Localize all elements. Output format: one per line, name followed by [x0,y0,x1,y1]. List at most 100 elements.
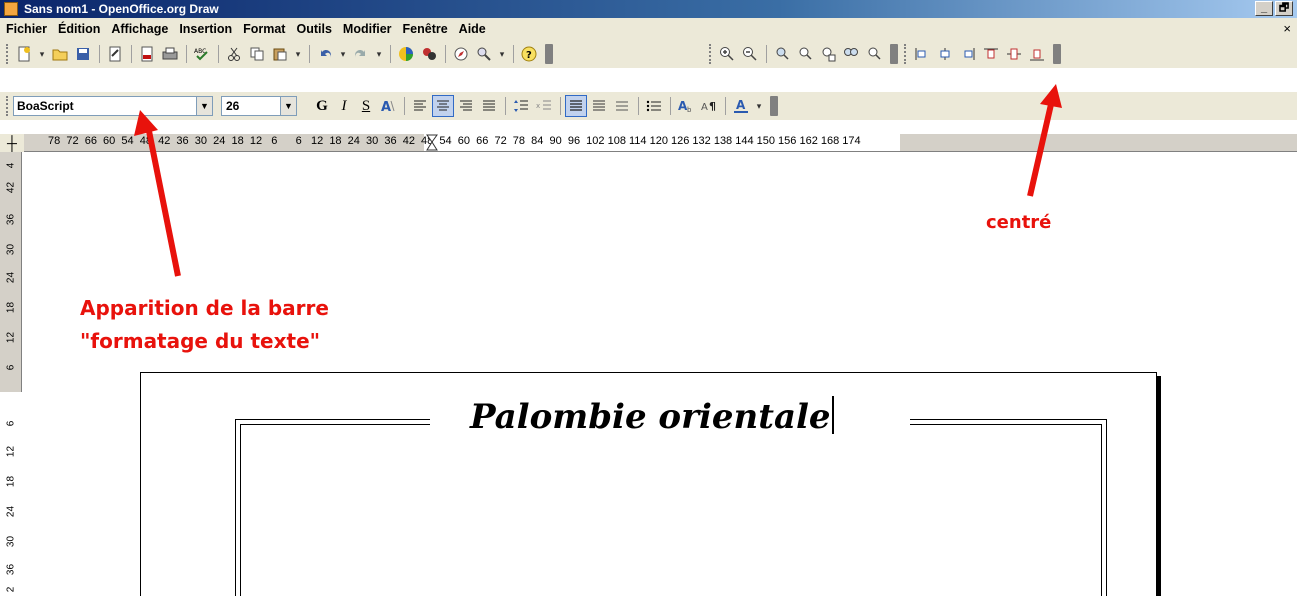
ruler-corner-icon[interactable]: ┼ [0,134,24,152]
chevron-down-icon[interactable]: ▾ [292,43,304,65]
chevron-down-icon[interactable]: ▼ [280,97,296,115]
vruler-label: 30 [5,243,17,256]
horizontal-ruler-labels: 78 72 66 60 54 48 42 36 30 24 18 12 6 6 … [48,135,861,147]
align-left-icon[interactable] [409,95,431,117]
toolbar-overflow-button[interactable] [770,96,778,116]
chevron-down-icon[interactable]: ▼ [196,97,212,115]
menu-insertion[interactable]: Insertion [179,22,232,36]
toolbar-grip[interactable] [6,96,9,116]
redo-icon[interactable] [350,43,372,65]
align-bottom-objects-icon[interactable] [1026,43,1048,65]
save-icon[interactable] [72,43,94,65]
zoom-icon[interactable] [473,43,495,65]
text-formatting-toolbar: BoaScript ▼ 26 ▼ G I S A x Ab A ¶ A ▾ [0,92,1297,120]
zoom-out-icon[interactable] [739,43,761,65]
undo-icon[interactable] [314,43,336,65]
minimize-button[interactable]: _ [1255,1,1273,16]
bullets-icon[interactable] [643,95,665,117]
close-document-button[interactable]: × [1283,21,1291,36]
cut-icon[interactable] [223,43,245,65]
horizontal-ruler[interactable]: 78 72 66 60 54 48 42 36 30 24 18 12 6 6 … [0,134,1297,152]
vruler-label: 4 [5,162,17,169]
svg-text:?: ? [526,50,532,61]
standard-toolbar: ▾ ABC ▾ ▾ ▾ ▾ ? [0,40,1297,68]
menu-fichier[interactable]: Fichier [6,22,47,36]
bold-button[interactable]: G [311,95,333,117]
menu-format[interactable]: Format [243,22,285,36]
vertical-ruler[interactable]: 4 42 36 30 24 18 12 6 6 12 18 24 30 36 2 [0,152,22,596]
line-spacing-icon[interactable] [510,95,532,117]
toolbar-overflow-button[interactable] [545,44,553,64]
toolbar-annotation: Apparition de la barre "formatage du tex… [80,292,329,358]
font-size-combobox[interactable]: 26 ▼ [221,96,297,116]
zoom-in-icon[interactable] [716,43,738,65]
chevron-down-icon[interactable]: ▾ [337,43,349,65]
print-icon[interactable] [159,43,181,65]
edit-file-icon[interactable] [104,43,126,65]
annotation-line-1: Apparition de la barre [80,296,329,320]
zoom-previous-icon[interactable] [794,43,816,65]
vruler-label: 36 [5,563,17,576]
navigator-icon[interactable] [450,43,472,65]
chevron-down-icon[interactable]: ▾ [753,95,765,117]
chevron-down-icon[interactable]: ▾ [36,43,48,65]
menu-outils[interactable]: Outils [296,22,331,36]
font-name-combobox[interactable]: BoaScript ▼ [13,96,213,116]
align-top-objects-icon[interactable] [980,43,1002,65]
menu-fenetre[interactable]: Fenêtre [403,22,448,36]
text-top-align-icon[interactable] [565,95,587,117]
italic-button[interactable]: I [333,95,355,117]
vruler-label: 36 [5,213,17,226]
font-size-value: 26 [226,99,240,113]
annotation-line-2: "formatage du texte" [80,329,321,353]
align-center-icon[interactable] [432,95,454,117]
open-folder-icon[interactable] [49,43,71,65]
menu-bar: Fichier Édition Affichage Insertion Form… [0,18,1297,40]
text-bottom-align-icon[interactable] [611,95,633,117]
font-color-effects-icon[interactable]: A [377,95,399,117]
align-middle-objects-icon[interactable] [1003,43,1025,65]
restore-button[interactable]: 🗗 [1275,1,1293,16]
zoom-page-icon[interactable] [817,43,839,65]
font-color-icon[interactable]: A [730,95,752,117]
zoom-100-icon[interactable] [771,43,793,65]
toolbar-overflow-button[interactable] [1053,44,1061,64]
document-title-text[interactable]: Palombie orientale [470,396,834,437]
align-left-objects-icon[interactable] [911,43,933,65]
chevron-down-icon[interactable]: ▾ [496,43,508,65]
help-icon[interactable]: ? [518,43,540,65]
align-right-objects-icon[interactable] [957,43,979,65]
menu-affichage[interactable]: Affichage [111,22,168,36]
menu-aide[interactable]: Aide [459,22,486,36]
menu-edition[interactable]: Édition [58,22,100,36]
font-name-value: BoaScript [17,99,74,113]
toolbar-grip[interactable] [709,44,712,64]
gallery-icon[interactable] [418,43,440,65]
align-center-objects-icon[interactable] [934,43,956,65]
svg-text:A: A [736,98,746,112]
toolbar-grip[interactable] [904,44,907,64]
paste-icon[interactable] [269,43,291,65]
shadow-button[interactable]: S [355,95,377,117]
vruler-label: 24 [5,271,17,284]
paragraph-spacing-icon[interactable]: x [533,95,555,117]
svg-text:A: A [701,102,708,113]
vruler-label: 12 [5,331,17,344]
export-pdf-icon[interactable] [136,43,158,65]
toolbar-grip[interactable] [6,44,9,64]
chevron-down-icon[interactable]: ▾ [373,43,385,65]
character-icon[interactable]: Ab [675,95,697,117]
chart-icon[interactable] [395,43,417,65]
zoom-object-icon[interactable] [840,43,862,65]
text-middle-align-icon[interactable] [588,95,610,117]
justify-icon[interactable] [478,95,500,117]
zoom-shift-icon[interactable] [863,43,885,65]
toolbar-overflow-button[interactable] [890,44,898,64]
menu-modifier[interactable]: Modifier [343,22,392,36]
copy-icon[interactable] [246,43,268,65]
new-document-icon[interactable] [13,43,35,65]
align-right-icon[interactable] [455,95,477,117]
paragraph-icon[interactable]: A ¶ [698,95,720,117]
spellcheck-icon[interactable]: ABC [191,43,213,65]
double-frame-inner[interactable] [240,424,1102,596]
